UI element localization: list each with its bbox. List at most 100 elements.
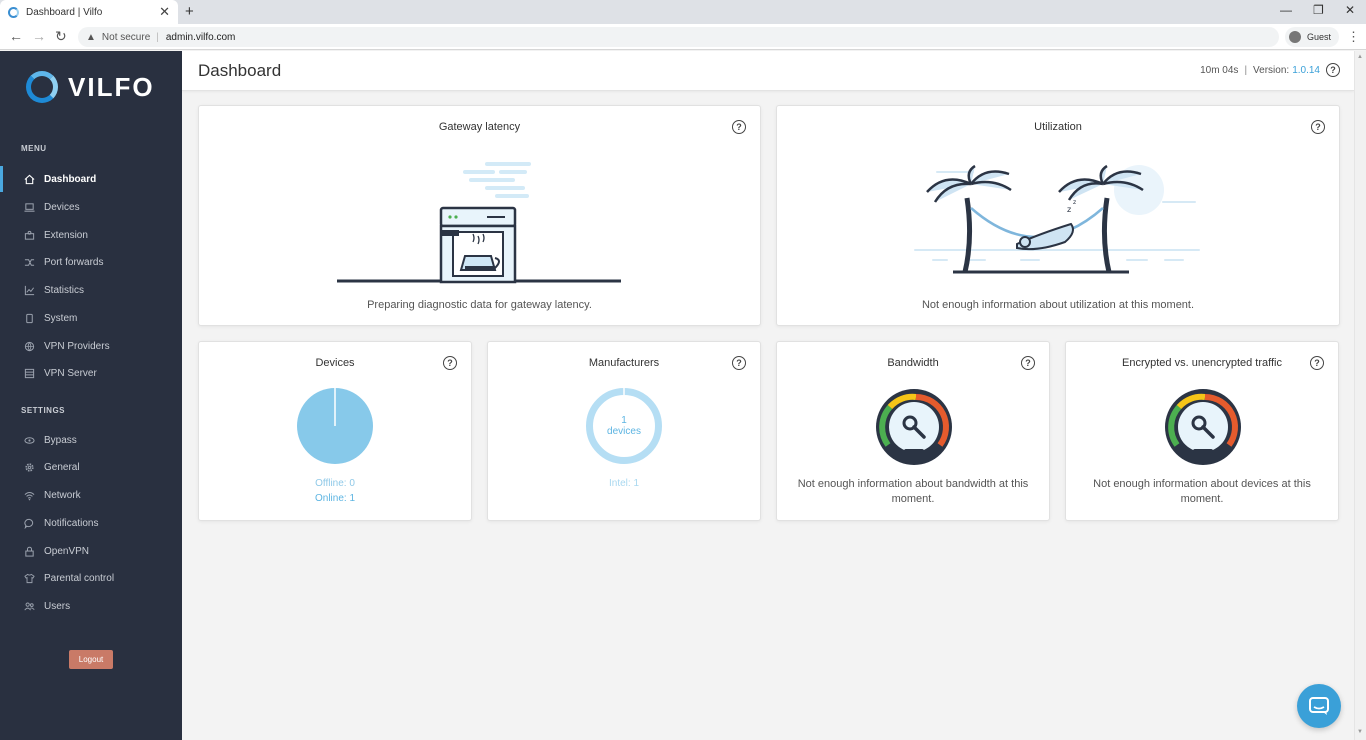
version-label: Version: [1253,64,1290,76]
svg-text:z: z [1067,205,1071,214]
sidebar-item-label: OpenVPN [44,545,90,557]
speedometer-icon [1165,389,1241,465]
chat-widget-button[interactable] [1297,684,1341,728]
sidebar-item-label: Parental control [44,572,115,584]
sidebar-item-label: Users [44,600,71,612]
page-scrollbar[interactable]: ▲ ▼ [1354,51,1366,740]
extension-icon [23,229,35,241]
version-link[interactable]: 1.0.14 [1292,65,1320,76]
scroll-up-icon[interactable]: ▲ [1357,54,1363,60]
vilfo-logo[interactable]: VILFO [26,71,155,103]
globe-icon [23,340,35,352]
help-icon[interactable]: ? [1310,356,1324,370]
help-icon[interactable]: ? [443,356,457,370]
devices-pie-chart [297,388,373,464]
card-title: Gateway latency [438,121,521,133]
help-icon[interactable]: ? [1021,356,1035,370]
sidebar-item-port-forwards[interactable]: Port forwards [0,249,182,275]
shirt-icon [23,572,35,584]
card-title: Utilization [1034,121,1082,133]
sidebar-item-devices[interactable]: Devices [0,194,182,220]
help-icon[interactable]: ? [732,356,746,370]
settings-heading: SETTINGS [21,406,66,415]
chip-icon [23,312,35,324]
logout-button[interactable]: Logout [69,650,113,669]
sidebar-item-label: Devices [44,201,80,213]
url-input[interactable]: ▲ Not secure | admin.vilfo.com [78,27,1279,47]
sidebar-item-notifications[interactable]: Notifications [0,510,182,536]
header-separator: | [1244,64,1248,76]
browser-tab[interactable]: Dashboard | Vilfo ✕ [0,0,178,24]
restore-button[interactable]: ❐ [1313,3,1324,17]
shuffle-icon [23,256,35,268]
back-button[interactable]: ← [9,28,23,44]
devices-card: Devices ? Offline: 0 Online: 1 [198,341,472,521]
scroll-down-icon[interactable]: ▼ [1357,729,1363,735]
browser-menu-icon[interactable]: ⋮ [1347,29,1360,45]
sidebar-item-dashboard[interactable]: Dashboard [0,166,182,192]
help-icon[interactable]: ? [732,120,746,134]
encrypted-traffic-card: Encrypted vs. unencrypted traffic ? Not … [1065,341,1339,521]
guest-avatar-icon [1289,31,1301,43]
not-secure-label[interactable]: Not secure [102,32,150,43]
new-tab-button[interactable]: + [185,3,194,20]
address-bar: ← → ↻ ▲ Not secure | admin.vilfo.com Gue… [0,24,1366,50]
sidebar-item-label: Notifications [44,517,99,529]
gateway-message: Preparing diagnostic data for gateway la… [367,299,592,311]
utilization-card: Utilization ? z z Not enough information… [776,105,1340,326]
sidebar-item-parental-control[interactable]: Parental control [0,565,182,591]
gear-icon [23,461,35,473]
forward-button[interactable]: → [32,28,46,44]
help-icon[interactable]: ? [1311,120,1325,134]
sidebar-item-label: Statistics [44,284,85,296]
uptime-value: 10m 04s [1200,64,1239,76]
bandwidth-message: Not enough information about bandwidth a… [797,478,1029,505]
sidebar-item-label: VPN Providers [44,340,110,352]
users-icon [23,600,35,612]
sidebar-item-label: General [44,461,80,473]
sidebar-item-label: VPN Server [44,367,97,379]
device-count: 1 [621,415,627,426]
bandwidth-card: Bandwidth ? Not enough information about… [776,341,1050,521]
tab-close-icon[interactable]: ✕ [159,4,170,20]
guest-label: Guest [1307,32,1332,42]
header-status: 10m 04s | Version: 1.0.14 ? [1200,63,1340,77]
profile-button[interactable]: Guest [1285,27,1340,47]
warning-icon: ▲ [86,31,96,43]
chart-icon [23,284,35,296]
manufacturers-card: Manufacturers ? 1 devices Intel: 1 [487,341,761,521]
card-title: Encrypted vs. unencrypted traffic [1122,357,1282,369]
coffee-machine-illustration [337,162,621,284]
vilfo-favicon-icon [8,6,19,18]
sidebar-item-vpn-providers[interactable]: VPN Providers [0,333,182,359]
sidebar-item-statistics[interactable]: Statistics [0,277,182,303]
window-close-button[interactable]: ✕ [1345,3,1355,17]
chat-bubble-icon [23,517,35,529]
lock-icon [23,545,35,557]
sidebar-item-openvpn[interactable]: OpenVPN [0,538,182,564]
url-separator: | [156,31,159,43]
svg-text:z: z [1073,199,1076,206]
help-icon[interactable]: ? [1326,63,1340,77]
sidebar-item-system[interactable]: System [0,305,182,331]
card-title: Devices [315,357,355,369]
sidebar-item-extension[interactable]: Extension [0,222,182,248]
offline-legend: Offline: 0 [315,478,355,489]
card-title: Manufacturers [588,357,660,369]
sidebar-item-vpn-server[interactable]: VPN Server [0,360,182,386]
card-title: Bandwidth [887,357,939,369]
sidebar-item-general[interactable]: General [0,454,182,480]
minimize-button[interactable]: — [1280,3,1292,17]
sidebar-item-label: Port forwards [44,256,104,268]
sidebar-item-users[interactable]: Users [0,593,182,619]
sidebar-item-label: Dashboard [44,173,97,185]
donut-center: 1 devices [585,415,663,437]
speedometer-icon [876,389,952,465]
sidebar: VILFO MENU Dashboard Devices Extension P… [0,51,182,740]
sidebar-item-bypass[interactable]: Bypass [0,427,182,453]
bypass-icon [23,434,35,446]
device-count-label: devices [607,426,641,437]
sidebar-item-network[interactable]: Network [0,482,182,508]
vilfo-logo-icon [26,71,58,103]
reload-button[interactable]: ↻ [55,28,67,45]
